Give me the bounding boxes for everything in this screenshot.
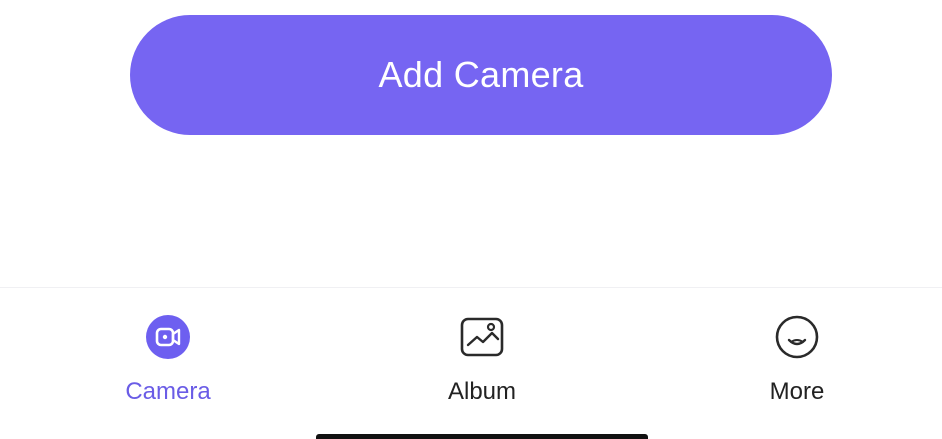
add-camera-button[interactable]: Add Camera bbox=[130, 15, 832, 135]
screen: Add Camera Camera Album More bbox=[0, 0, 942, 439]
tab-camera[interactable]: Camera bbox=[88, 288, 248, 418]
album-icon bbox=[457, 312, 507, 362]
bottom-tab-bar: Camera Album More bbox=[0, 288, 942, 428]
tab-more[interactable]: More bbox=[717, 288, 877, 418]
tab-camera-label: Camera bbox=[125, 378, 211, 405]
camera-icon bbox=[143, 312, 193, 362]
add-camera-label: Add Camera bbox=[378, 54, 584, 95]
tab-more-label: More bbox=[769, 378, 825, 405]
tab-album-label: Album bbox=[447, 378, 517, 405]
tab-album[interactable]: Album bbox=[402, 288, 562, 418]
home-indicator bbox=[316, 434, 648, 439]
more-icon bbox=[772, 312, 822, 362]
